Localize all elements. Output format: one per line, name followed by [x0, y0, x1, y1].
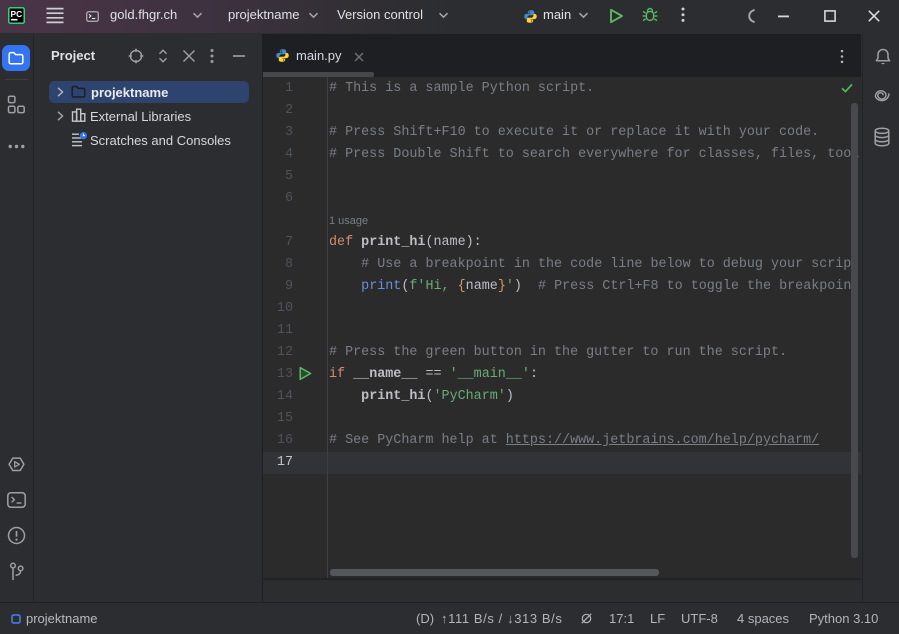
svg-text:PC: PC: [11, 9, 23, 19]
